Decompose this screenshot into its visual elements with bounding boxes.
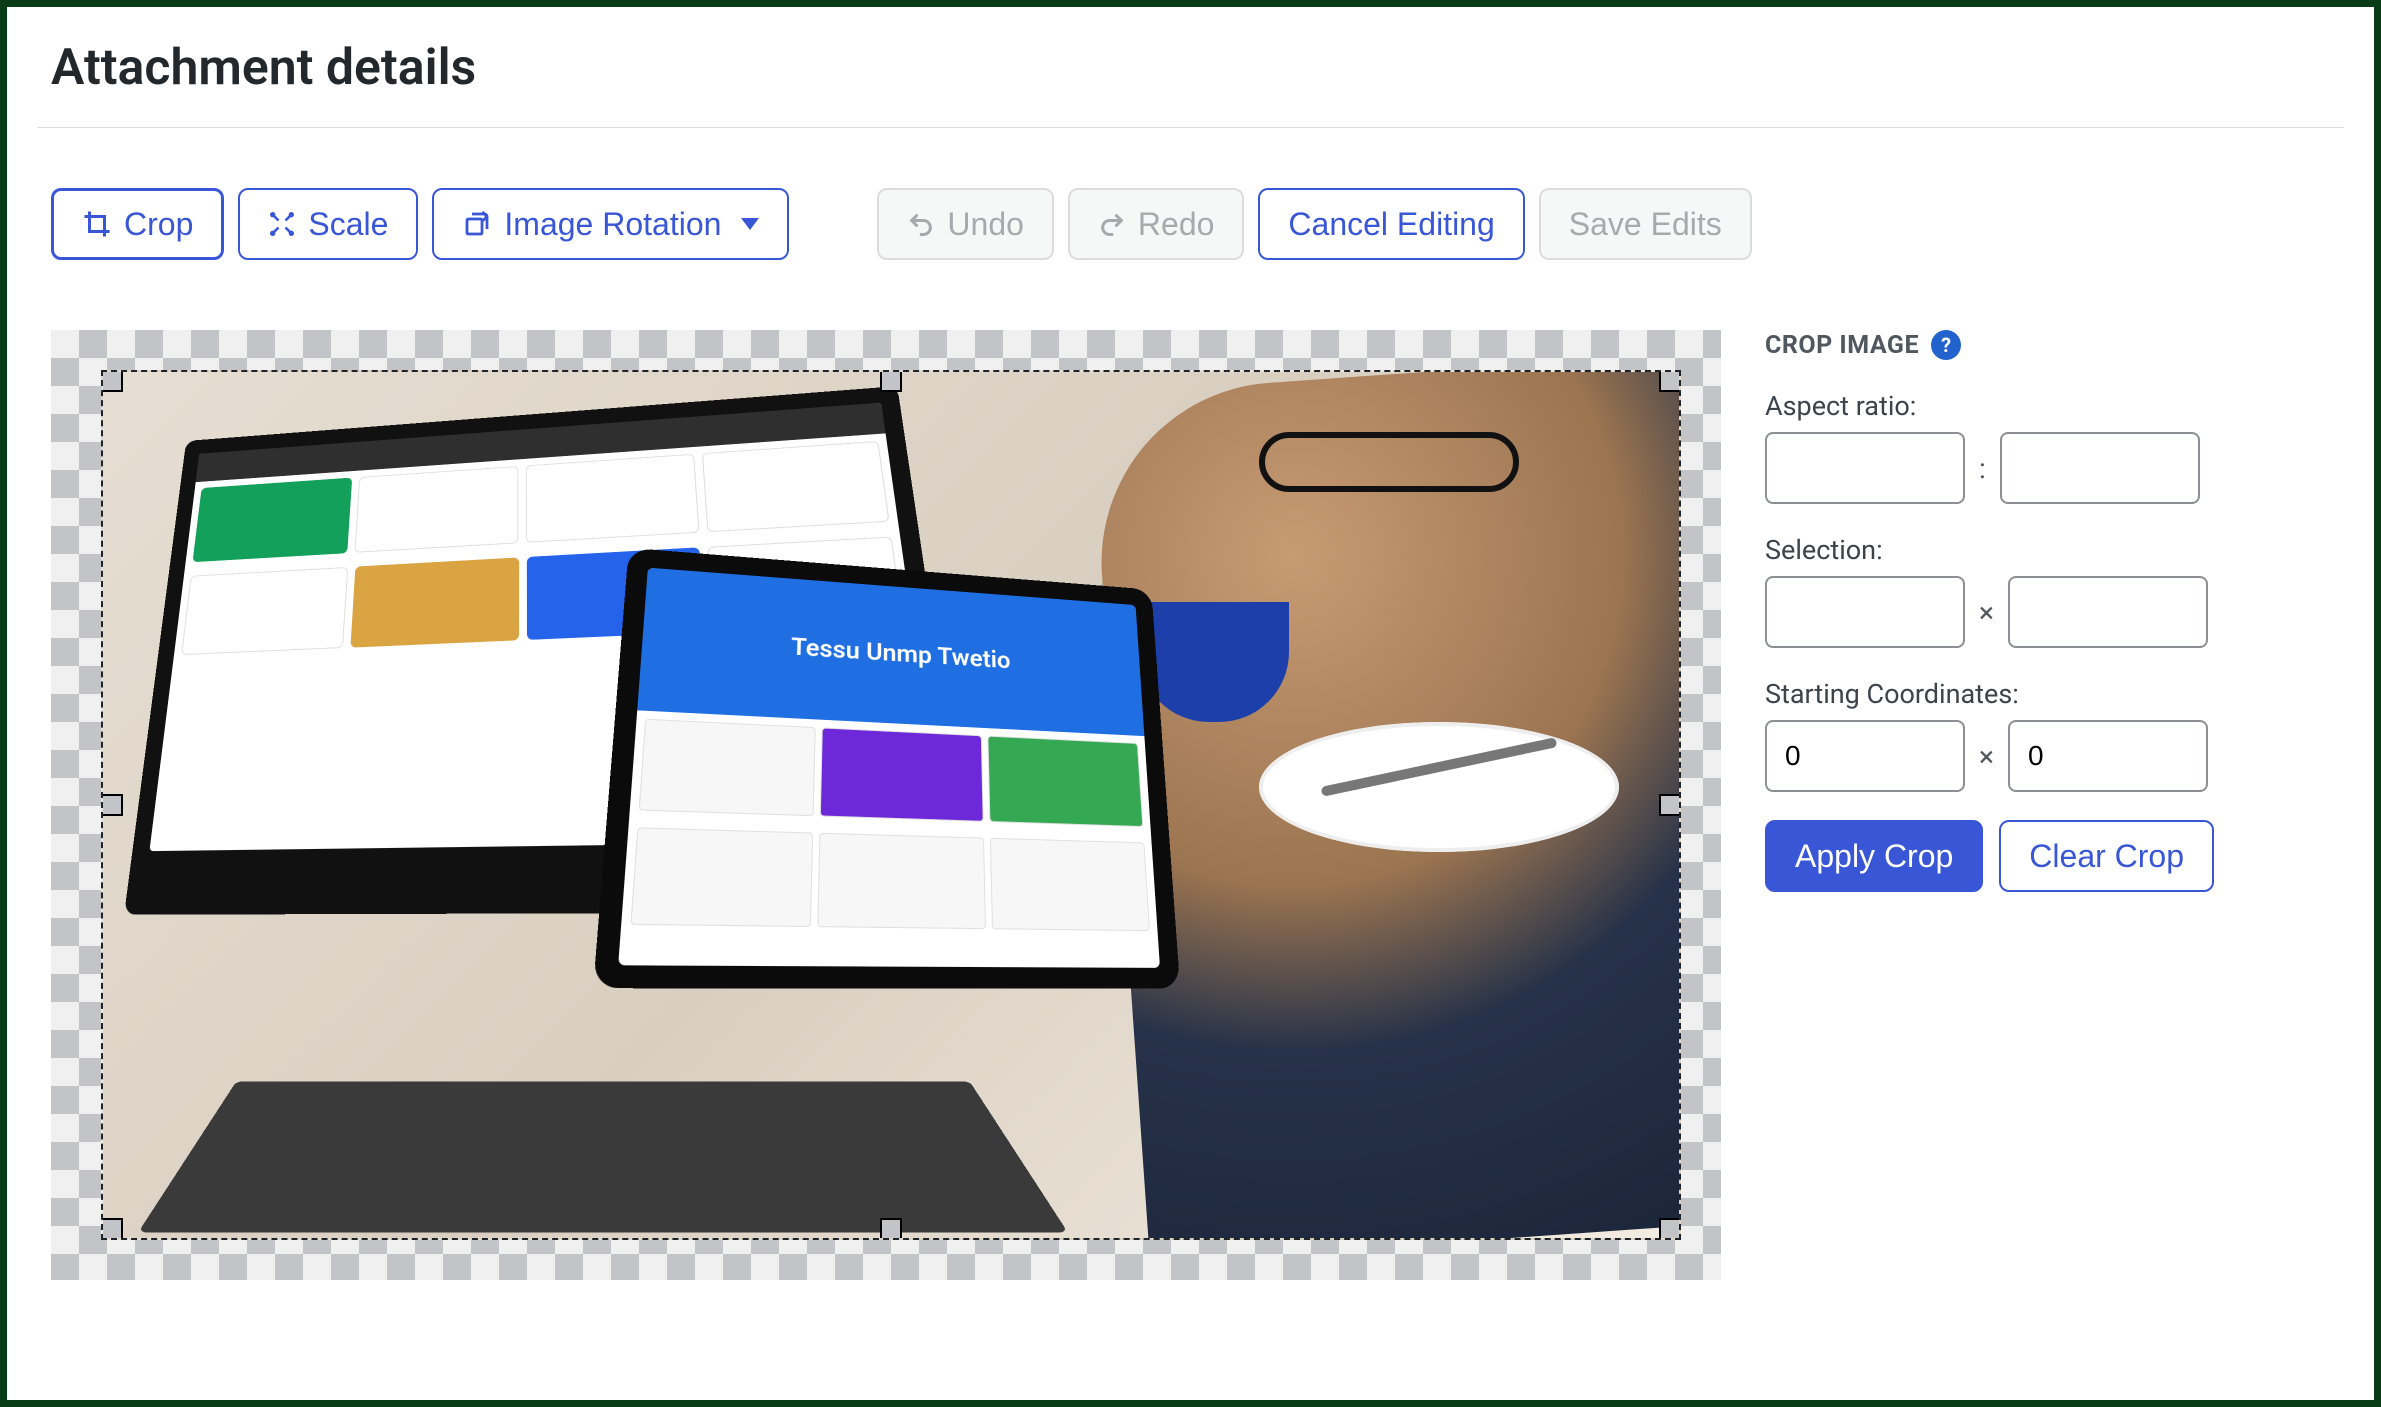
scale-icon (268, 210, 296, 238)
crop-handle-top-left[interactable] (101, 370, 123, 392)
redo-button[interactable]: Redo (1068, 188, 1245, 260)
editor-toolbar: Crop Scale Image Rotation Undo (51, 188, 2344, 260)
crop-icon (82, 209, 112, 239)
selection-height-input[interactable] (2008, 576, 2208, 648)
aspect-ratio-height-input[interactable] (2000, 432, 2200, 504)
crop-handle-top-mid[interactable] (880, 370, 902, 392)
image-preview: Tessu Unmp Twetio (103, 372, 1679, 1238)
aspect-ratio-width-input[interactable] (1765, 432, 1965, 504)
cancel-editing-label: Cancel Editing (1288, 206, 1494, 243)
scale-button-label: Scale (308, 206, 388, 243)
coords-separator: × (1979, 740, 1994, 773)
apply-crop-label: Apply Crop (1795, 838, 1953, 875)
clear-crop-label: Clear Crop (2029, 838, 2184, 875)
crop-selection[interactable]: Tessu Unmp Twetio (101, 370, 1681, 1240)
chevron-down-icon (741, 218, 759, 230)
crop-handle-mid-left[interactable] (101, 794, 123, 816)
clear-crop-button[interactable]: Clear Crop (1999, 820, 2214, 892)
crop-panel-title: CROP IMAGE (1765, 331, 1919, 360)
redo-button-label: Redo (1138, 206, 1215, 243)
selection-label: Selection: (1765, 534, 2235, 566)
image-canvas[interactable]: Tessu Unmp Twetio (51, 330, 1721, 1280)
crop-handle-bottom-mid[interactable] (880, 1218, 902, 1240)
crop-handle-mid-right[interactable] (1659, 794, 1681, 816)
selection-separator: × (1979, 596, 1994, 629)
cancel-editing-button[interactable]: Cancel Editing (1258, 188, 1524, 260)
selection-width-input[interactable] (1765, 576, 1965, 648)
image-rotation-button[interactable]: Image Rotation (432, 188, 789, 260)
starting-y-input[interactable] (2008, 720, 2208, 792)
save-edits-label: Save Edits (1569, 206, 1722, 243)
save-edits-button[interactable]: Save Edits (1539, 188, 1752, 260)
help-icon[interactable]: ? (1931, 330, 1961, 360)
crop-handle-bottom-right[interactable] (1659, 1218, 1681, 1240)
rotate-icon (462, 209, 492, 239)
crop-sidebar: CROP IMAGE ? Aspect ratio: : Selection: … (1765, 330, 2235, 1280)
undo-button[interactable]: Undo (877, 188, 1054, 260)
starting-coordinates-label: Starting Coordinates: (1765, 678, 2235, 710)
undo-button-label: Undo (947, 206, 1024, 243)
undo-icon (907, 210, 935, 238)
crop-button-label: Crop (124, 206, 193, 243)
aspect-ratio-separator: : (1979, 452, 1986, 485)
title-divider (37, 127, 2344, 128)
page-title: Attachment details (51, 39, 2344, 97)
apply-crop-button[interactable]: Apply Crop (1765, 820, 1983, 892)
crop-handle-bottom-left[interactable] (101, 1218, 123, 1240)
redo-icon (1098, 210, 1126, 238)
crop-handle-top-right[interactable] (1659, 370, 1681, 392)
scale-button[interactable]: Scale (238, 188, 418, 260)
aspect-ratio-label: Aspect ratio: (1765, 390, 2235, 422)
starting-x-input[interactable] (1765, 720, 1965, 792)
rotation-button-label: Image Rotation (504, 206, 721, 243)
crop-button[interactable]: Crop (51, 188, 224, 260)
